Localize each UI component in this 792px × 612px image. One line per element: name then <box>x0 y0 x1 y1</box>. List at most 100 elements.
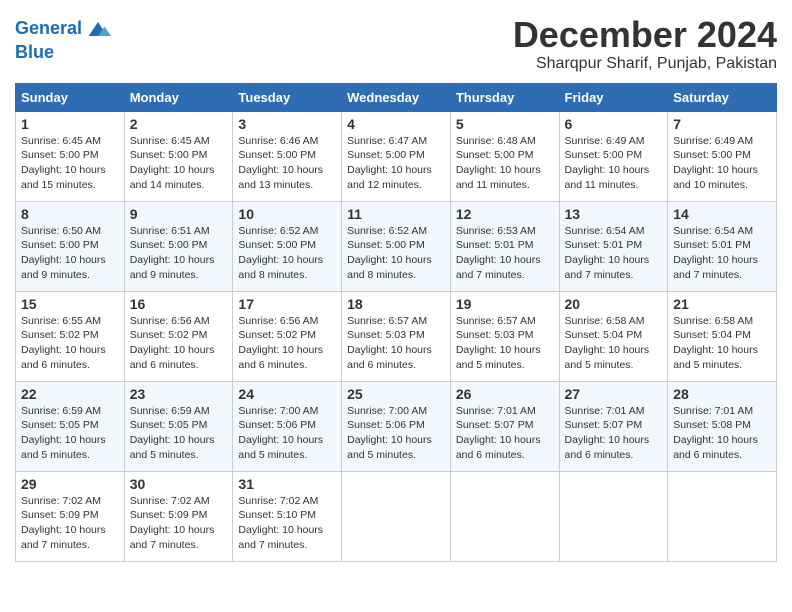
calendar-cell: 11 Sunrise: 6:52 AMSunset: 5:00 PMDayligh… <box>342 201 451 291</box>
calendar-cell: 25 Sunrise: 7:00 AMSunset: 5:06 PMDayligh… <box>342 381 451 471</box>
day-info: Sunrise: 6:51 AMSunset: 5:00 PMDaylight:… <box>130 224 228 283</box>
calendar-cell: 27 Sunrise: 7:01 AMSunset: 5:07 PMDayligh… <box>559 381 668 471</box>
day-info: Sunrise: 6:58 AMSunset: 5:04 PMDaylight:… <box>673 314 771 373</box>
calendar-cell: 17Sunrise: 6:56 AMSunset: 5:02 PMDayligh… <box>233 291 342 381</box>
day-number: 23 <box>130 386 228 402</box>
day-info: Sunrise: 7:01 AMSunset: 5:08 PMDaylight:… <box>673 404 771 463</box>
calendar-cell: 1Sunrise: 6:45 AMSunset: 5:00 PMDaylight… <box>16 111 125 201</box>
day-info: Sunrise: 7:01 AMSunset: 5:07 PMDaylight:… <box>565 404 663 463</box>
weekday-header-saturday: Saturday <box>668 83 777 111</box>
day-info: Sunrise: 7:00 AMSunset: 5:06 PMDaylight:… <box>347 404 445 463</box>
calendar-cell: 19 Sunrise: 6:57 AMSunset: 5:03 PMDayligh… <box>450 291 559 381</box>
day-number: 6 <box>565 116 663 132</box>
day-info: Sunrise: 6:45 AMSunset: 5:00 PMDaylight:… <box>130 134 228 193</box>
calendar-cell: 18 Sunrise: 6:57 AMSunset: 5:03 PMDayligh… <box>342 291 451 381</box>
day-number: 17 <box>238 296 336 312</box>
calendar-cell: 22 Sunrise: 6:59 AMSunset: 5:05 PMDayligh… <box>16 381 125 471</box>
calendar-cell: 15 Sunrise: 6:55 AMSunset: 5:02 PMDayligh… <box>16 291 125 381</box>
day-info: Sunrise: 7:00 AMSunset: 5:06 PMDaylight:… <box>238 404 336 463</box>
calendar-cell: 28 Sunrise: 7:01 AMSunset: 5:08 PMDayligh… <box>668 381 777 471</box>
day-number: 20 <box>565 296 663 312</box>
weekday-header-sunday: Sunday <box>16 83 125 111</box>
day-number: 15 <box>21 296 119 312</box>
calendar-cell: 7 Sunrise: 6:49 AMSunset: 5:00 PMDaylight… <box>668 111 777 201</box>
day-info: Sunrise: 6:58 AMSunset: 5:04 PMDaylight:… <box>565 314 663 373</box>
week-row-3: 15 Sunrise: 6:55 AMSunset: 5:02 PMDayligh… <box>16 291 777 381</box>
day-number: 8 <box>21 206 119 222</box>
day-info: Sunrise: 6:48 AMSunset: 5:00 PMDaylight:… <box>456 134 554 193</box>
calendar-cell: 3 Sunrise: 6:46 AMSunset: 5:00 PMDaylight… <box>233 111 342 201</box>
calendar-cell: 31 Sunrise: 7:02 AMSunset: 5:10 PMDayligh… <box>233 471 342 561</box>
calendar-cell <box>450 471 559 561</box>
week-row-5: 29 Sunrise: 7:02 AMSunset: 5:09 PMDayligh… <box>16 471 777 561</box>
calendar-cell: 6 Sunrise: 6:49 AMSunset: 5:00 PMDaylight… <box>559 111 668 201</box>
calendar-cell: 26 Sunrise: 7:01 AMSunset: 5:07 PMDayligh… <box>450 381 559 471</box>
day-number: 7 <box>673 116 771 132</box>
day-number: 5 <box>456 116 554 132</box>
day-number: 31 <box>238 476 336 492</box>
day-number: 16 <box>130 296 228 312</box>
day-number: 14 <box>673 206 771 222</box>
calendar-cell: 8 Sunrise: 6:50 AMSunset: 5:00 PMDaylight… <box>16 201 125 291</box>
day-info: Sunrise: 7:02 AMSunset: 5:10 PMDaylight:… <box>238 494 336 553</box>
day-info: Sunrise: 6:59 AMSunset: 5:05 PMDaylight:… <box>130 404 228 463</box>
day-number: 22 <box>21 386 119 402</box>
calendar-cell <box>559 471 668 561</box>
week-row-1: 1Sunrise: 6:45 AMSunset: 5:00 PMDaylight… <box>16 111 777 201</box>
day-number: 10 <box>238 206 336 222</box>
day-number: 12 <box>456 206 554 222</box>
calendar-cell: 9 Sunrise: 6:51 AMSunset: 5:00 PMDaylight… <box>124 201 233 291</box>
day-info: Sunrise: 6:59 AMSunset: 5:05 PMDaylight:… <box>21 404 119 463</box>
weekday-header-thursday: Thursday <box>450 83 559 111</box>
day-number: 11 <box>347 206 445 222</box>
day-number: 24 <box>238 386 336 402</box>
month-title: December 2024 <box>513 15 777 55</box>
day-info: Sunrise: 6:52 AMSunset: 5:00 PMDaylight:… <box>347 224 445 283</box>
weekday-header-friday: Friday <box>559 83 668 111</box>
calendar-cell: 16Sunrise: 6:56 AMSunset: 5:02 PMDayligh… <box>124 291 233 381</box>
day-number: 3 <box>238 116 336 132</box>
weekday-header-row: SundayMondayTuesdayWednesdayThursdayFrid… <box>16 83 777 111</box>
day-info: Sunrise: 6:54 AMSunset: 5:01 PMDaylight:… <box>565 224 663 283</box>
calendar-cell: 2 Sunrise: 6:45 AMSunset: 5:00 PMDaylight… <box>124 111 233 201</box>
day-number: 9 <box>130 206 228 222</box>
day-info: Sunrise: 6:57 AMSunset: 5:03 PMDaylight:… <box>456 314 554 373</box>
day-info: Sunrise: 6:52 AMSunset: 5:00 PMDaylight:… <box>238 224 336 283</box>
day-info: Sunrise: 6:49 AMSunset: 5:00 PMDaylight:… <box>565 134 663 193</box>
weekday-header-wednesday: Wednesday <box>342 83 451 111</box>
day-info: Sunrise: 6:53 AMSunset: 5:01 PMDaylight:… <box>456 224 554 283</box>
location: Sharqpur Sharif, Punjab, Pakistan <box>513 55 777 73</box>
calendar-cell: 5 Sunrise: 6:48 AMSunset: 5:00 PMDaylight… <box>450 111 559 201</box>
calendar-cell: 29Sunrise: 7:02 AMSunset: 5:09 PMDayligh… <box>16 471 125 561</box>
day-info: Sunrise: 6:54 AMSunset: 5:01 PMDaylight:… <box>673 224 771 283</box>
weekday-header-monday: Monday <box>124 83 233 111</box>
day-info: Sunrise: 6:57 AMSunset: 5:03 PMDaylight:… <box>347 314 445 373</box>
calendar-cell: 23 Sunrise: 6:59 AMSunset: 5:05 PMDayligh… <box>124 381 233 471</box>
day-info: Sunrise: 6:55 AMSunset: 5:02 PMDaylight:… <box>21 314 119 373</box>
day-number: 21 <box>673 296 771 312</box>
calendar-cell: 21 Sunrise: 6:58 AMSunset: 5:04 PMDayligh… <box>668 291 777 381</box>
calendar-cell <box>668 471 777 561</box>
day-number: 4 <box>347 116 445 132</box>
day-number: 28 <box>673 386 771 402</box>
day-number: 2 <box>130 116 228 132</box>
calendar-cell: 14 Sunrise: 6:54 AMSunset: 5:01 PMDayligh… <box>668 201 777 291</box>
calendar-cell <box>342 471 451 561</box>
title-block: December 2024 Sharqpur Sharif, Punjab, P… <box>513 15 777 73</box>
day-number: 25 <box>347 386 445 402</box>
calendar-cell: 24 Sunrise: 7:00 AMSunset: 5:06 PMDayligh… <box>233 381 342 471</box>
day-number: 29 <box>21 476 119 492</box>
day-info: Sunrise: 6:50 AMSunset: 5:00 PMDaylight:… <box>21 224 119 283</box>
day-number: 26 <box>456 386 554 402</box>
day-info: Sunrise: 6:46 AMSunset: 5:00 PMDaylight:… <box>238 134 336 193</box>
calendar-cell: 30 Sunrise: 7:02 AMSunset: 5:09 PMDayligh… <box>124 471 233 561</box>
day-number: 18 <box>347 296 445 312</box>
day-number: 19 <box>456 296 554 312</box>
day-info: Sunrise: 7:02 AMSunset: 5:09 PMDaylight:… <box>130 494 228 553</box>
day-number: 27 <box>565 386 663 402</box>
day-info: Sunrise: 7:01 AMSunset: 5:07 PMDaylight:… <box>456 404 554 463</box>
day-number: 30 <box>130 476 228 492</box>
week-row-2: 8 Sunrise: 6:50 AMSunset: 5:00 PMDaylight… <box>16 201 777 291</box>
calendar-cell: 20 Sunrise: 6:58 AMSunset: 5:04 PMDayligh… <box>559 291 668 381</box>
day-info: Sunrise: 6:49 AMSunset: 5:00 PMDaylight:… <box>673 134 771 193</box>
